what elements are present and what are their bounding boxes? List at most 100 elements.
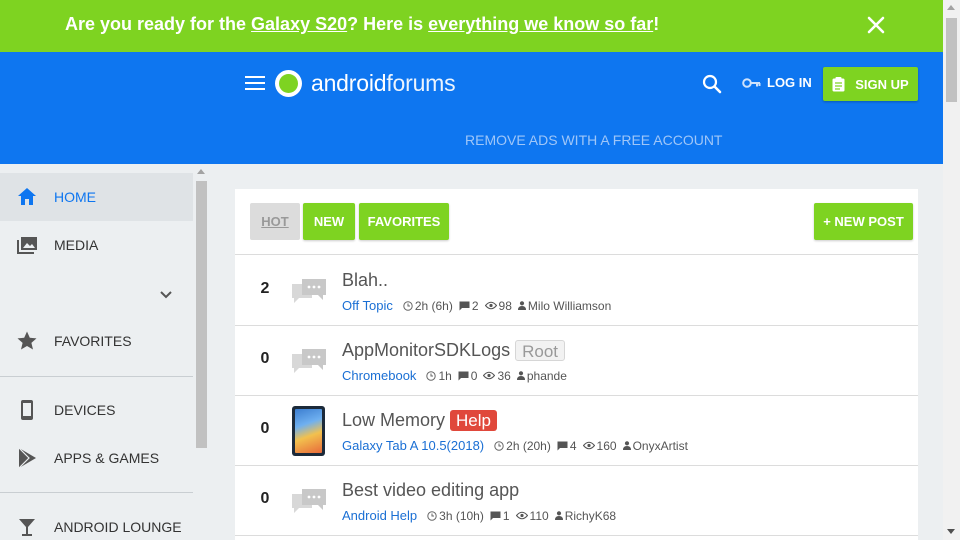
tabs-bar: HOT NEW FAVORITES + NEW POST bbox=[235, 189, 918, 255]
forum-link[interactable]: Off Topic bbox=[342, 298, 393, 313]
tab-hot[interactable]: HOT bbox=[250, 203, 300, 240]
tablet-thumbnail[interactable] bbox=[292, 406, 325, 456]
everything-we-know-link[interactable]: everything we know so far bbox=[428, 14, 653, 34]
thread-meta: Chromebook 1h 0 36 phande bbox=[342, 368, 573, 383]
sidebar-item-media[interactable]: MEDIA bbox=[0, 221, 193, 269]
reply-count: 0 bbox=[260, 490, 270, 507]
promo-text-part: ! bbox=[653, 14, 660, 34]
comment-icon bbox=[557, 441, 568, 450]
chat-bubbles-icon[interactable] bbox=[291, 276, 327, 308]
thread-title[interactable]: Best video editing app bbox=[342, 480, 519, 501]
thread-row[interactable]: 0 AppMonitorSDKLogs Root Chromebook 1h 0… bbox=[235, 326, 918, 396]
thread-author[interactable]: RichyK68 bbox=[554, 509, 616, 523]
comment-count: 2 bbox=[459, 299, 479, 313]
remove-ads-link[interactable]: REMOVE ADS WITH A FREE ACCOUNT bbox=[465, 132, 722, 148]
android-forums-logo-icon bbox=[275, 69, 302, 97]
thread-time: 3h (10h) bbox=[427, 509, 484, 523]
promo-text-part: ? Here is bbox=[347, 14, 429, 34]
media-icon bbox=[17, 237, 37, 254]
thread-author[interactable]: phande bbox=[516, 369, 567, 383]
reply-count: 2 bbox=[260, 280, 270, 297]
logo-text: androidforums bbox=[311, 69, 456, 96]
tab-new[interactable]: NEW bbox=[303, 203, 355, 240]
search-icon[interactable] bbox=[702, 74, 722, 94]
sidebar-item-apps-games[interactable]: APPS & GAMES bbox=[0, 434, 193, 482]
prefix-badge-root[interactable]: Root bbox=[515, 340, 566, 361]
sidebar-scroll-up-arrow[interactable] bbox=[197, 169, 205, 174]
forum-link[interactable]: Android Help bbox=[342, 508, 417, 523]
sidebar-item-label: FAVORITES bbox=[54, 333, 132, 349]
eye-icon bbox=[484, 301, 497, 310]
comment-icon bbox=[459, 301, 470, 310]
sidebar-item-label: ANDROID LOUNGE bbox=[54, 519, 182, 535]
thread-meta: Android Help 3h (10h) 1 110 RichyK68 bbox=[342, 508, 622, 523]
thread-title-line: AppMonitorSDKLogs Root bbox=[342, 340, 566, 361]
sidebar-item-label: HOME bbox=[54, 189, 96, 205]
comment-count: 4 bbox=[557, 439, 577, 453]
eye-icon bbox=[483, 371, 496, 380]
forum-link[interactable]: Galaxy Tab A 10.5(2018) bbox=[342, 438, 484, 453]
thread-time: 2h (20h) bbox=[494, 439, 551, 453]
close-icon[interactable] bbox=[864, 13, 888, 37]
clock-icon bbox=[403, 300, 413, 311]
thread-title-line: Blah.. bbox=[342, 270, 388, 291]
view-count: 110 bbox=[515, 509, 549, 523]
sidebar-divider bbox=[0, 376, 193, 377]
reply-count: 0 bbox=[260, 420, 270, 437]
sidebar-item-favorites[interactable]: FAVORITES bbox=[0, 317, 193, 365]
sidebar-item-label: MEDIA bbox=[54, 237, 99, 253]
login-button[interactable]: LOG IN bbox=[742, 75, 812, 90]
sidebar-item-label: DEVICES bbox=[54, 402, 116, 418]
forum-link[interactable]: Chromebook bbox=[342, 368, 416, 383]
thread-title[interactable]: Blah.. bbox=[342, 270, 388, 291]
thread-meta: Off Topic 2h (6h) 2 98 Milo Williamson bbox=[342, 298, 617, 313]
user-icon bbox=[622, 441, 631, 450]
thread-title[interactable]: AppMonitorSDKLogs bbox=[342, 340, 510, 361]
chat-bubbles-icon[interactable] bbox=[291, 346, 327, 378]
prefix-badge-help[interactable]: Help bbox=[450, 410, 497, 431]
new-post-button[interactable]: + NEW POST bbox=[814, 203, 913, 240]
thread-author[interactable]: Milo Williamson bbox=[517, 299, 611, 313]
chat-bubbles-icon[interactable] bbox=[291, 486, 327, 518]
eye-icon bbox=[515, 511, 528, 520]
sidebar-item-home[interactable]: HOME bbox=[0, 173, 193, 221]
view-count: 98 bbox=[484, 299, 512, 313]
sidebar-scrollbar-thumb[interactable] bbox=[196, 181, 207, 448]
clipboard-icon bbox=[832, 76, 845, 91]
user-icon bbox=[516, 371, 525, 380]
signup-label: SIGN UP bbox=[855, 76, 909, 92]
clock-icon bbox=[427, 510, 437, 521]
sidebar-item-devices[interactable]: DEVICES bbox=[0, 386, 193, 434]
signup-button[interactable]: SIGN UP bbox=[823, 67, 918, 101]
login-label: LOG IN bbox=[767, 75, 812, 90]
clock-icon bbox=[426, 370, 437, 381]
site-logo[interactable]: androidforums bbox=[275, 68, 456, 98]
user-icon bbox=[517, 301, 526, 310]
thread-title-line: Best video editing app bbox=[342, 480, 519, 501]
thread-row[interactable]: 2 Blah.. Off Topic 2h (6h) 2 98 Milo Wil… bbox=[235, 256, 918, 326]
galaxy-s20-link[interactable]: Galaxy S20 bbox=[251, 14, 347, 34]
thread-row[interactable]: 0 Best video editing app Android Help 3h… bbox=[235, 466, 918, 536]
comment-icon bbox=[458, 371, 469, 380]
thread-time: 2h (6h) bbox=[403, 299, 453, 313]
thread-row[interactable]: 0 Low Memory Help Galaxy Tab A 10.5(2018… bbox=[235, 396, 918, 466]
comment-count: 1 bbox=[490, 509, 510, 523]
thread-time: 1h bbox=[426, 369, 452, 383]
thread-meta: Galaxy Tab A 10.5(2018) 2h (20h) 4 160 O… bbox=[342, 438, 694, 453]
comment-count: 0 bbox=[458, 369, 477, 383]
hamburger-icon[interactable] bbox=[245, 76, 265, 92]
star-icon bbox=[17, 331, 37, 350]
cocktail-icon bbox=[19, 519, 35, 536]
clock-icon bbox=[494, 440, 504, 451]
thread-author[interactable]: OnyxArtist bbox=[622, 439, 688, 453]
page-scroll-up-arrow[interactable] bbox=[947, 5, 955, 10]
thread-title[interactable]: Low Memory bbox=[342, 410, 445, 431]
page-scrollbar-thumb[interactable] bbox=[946, 18, 957, 102]
eye-icon bbox=[582, 441, 595, 450]
promo-text-part: Are you ready for the bbox=[65, 14, 252, 34]
chevron-down-icon[interactable] bbox=[158, 287, 174, 303]
thread-title-line: Low Memory Help bbox=[342, 410, 497, 431]
page-scroll-down-arrow[interactable] bbox=[947, 529, 955, 534]
tab-favorites[interactable]: FAVORITES bbox=[359, 203, 449, 240]
sidebar-item-android-lounge[interactable]: ANDROID LOUNGE bbox=[0, 503, 193, 540]
